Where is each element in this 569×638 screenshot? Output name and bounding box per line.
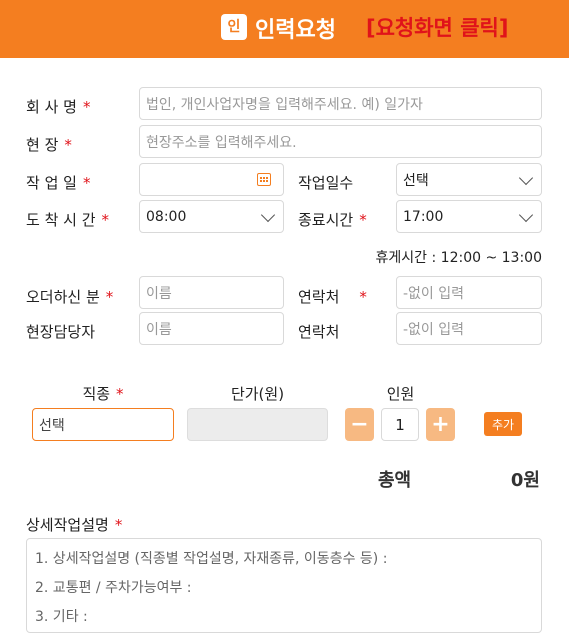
manager-contact-input[interactable]: -없이 입력 — [396, 312, 542, 345]
detail-line: 3. 기타 : — [35, 609, 88, 625]
site-label-text: 현 장 — [26, 136, 59, 154]
company-input[interactable]: 법인, 개인사업자명을 입력해주세요. 예) 일가자 — [139, 87, 542, 120]
company-label: 회 사 명 * — [26, 96, 90, 117]
site-input[interactable]: 현장주소를 입력해주세요. — [139, 125, 542, 158]
orderer-contact-label-text: 연락처 — [298, 288, 340, 306]
orderer-contact-label: 연락처 * — [298, 286, 367, 307]
detail-label: 상세작업설명 * — [26, 514, 122, 535]
orderer-name-placeholder: 이름 — [146, 285, 172, 302]
endtime-select[interactable]: 17:00 — [396, 200, 542, 233]
workdays-value: 선택 — [403, 172, 429, 189]
required-mark: * — [359, 288, 367, 306]
add-job-button[interactable]: 추가 — [484, 412, 522, 436]
request-page-link[interactable]: [요청화면 클릭] — [366, 12, 508, 42]
endtime-label: 종료시간 * — [298, 209, 367, 230]
orderer-name-input[interactable]: 이름 — [139, 276, 284, 309]
required-mark: * — [116, 385, 124, 403]
count-column-header: 인원 — [386, 385, 415, 403]
required-mark: * — [82, 98, 91, 116]
job-column-text: 직종 — [82, 385, 111, 403]
workdays-label: 작업일수 — [298, 174, 354, 192]
total-amount: 0원 — [510, 470, 540, 491]
increment-button[interactable]: + — [426, 408, 455, 441]
required-mark: * — [101, 211, 110, 229]
logo-icon: 인 — [221, 14, 247, 40]
workdate-label: 작 업 일 * — [26, 172, 90, 193]
endtime-label-text: 종료시간 — [298, 211, 354, 229]
detail-label-text: 상세작업설명 — [26, 516, 109, 534]
orderer-contact-placeholder: -없이 입력 — [403, 285, 465, 302]
logo-glyph: 인 — [227, 19, 241, 35]
arrival-label: 도 착 시 간 * — [26, 209, 109, 230]
job-type-select[interactable]: 선택 — [32, 408, 174, 441]
workdate-label-text: 작 업 일 — [26, 174, 77, 192]
company-label-text: 회 사 명 — [26, 98, 77, 116]
orderer-contact-input[interactable]: -없이 입력 — [396, 276, 542, 309]
detail-line: 2. 교통편 / 주차가능여부 : — [35, 580, 192, 596]
break-time-text: 휴게시간 : 12:00 ~ 13:00 — [375, 250, 542, 266]
chevron-down-icon — [518, 170, 534, 186]
decrement-button[interactable]: − — [345, 408, 374, 441]
required-mark: * — [359, 211, 367, 229]
detail-textarea[interactable]: 1. 상세작업설명 (직종별 작업설명, 자재종류, 이동층수 등) : 2. … — [26, 538, 542, 633]
endtime-value: 17:00 — [403, 208, 444, 225]
manager-contact-label: 연락처 — [298, 323, 340, 341]
required-mark: * — [114, 516, 123, 534]
required-mark: * — [82, 174, 91, 192]
arrival-label-text: 도 착 시 간 — [26, 211, 96, 229]
unit-price-field — [187, 408, 328, 441]
arrival-select[interactable]: 08:00 — [139, 200, 284, 233]
price-column-header: 단가(원) — [230, 385, 285, 403]
orderer-label-text: 오더하신 분 — [26, 288, 100, 306]
total-label: 총액 — [378, 470, 412, 491]
job-type-value: 선택 — [39, 417, 65, 434]
arrival-value: 08:00 — [146, 208, 187, 225]
chevron-down-icon — [518, 207, 534, 223]
required-mark: * — [64, 136, 72, 154]
company-placeholder: 법인, 개인사업자명을 입력해주세요. 예) 일가자 — [146, 96, 423, 113]
manager-name-placeholder: 이름 — [146, 321, 172, 338]
chevron-down-icon — [260, 207, 276, 223]
workdate-input[interactable] — [139, 163, 284, 196]
calendar-icon[interactable] — [257, 173, 271, 186]
quantity-input[interactable]: 1 — [381, 408, 419, 441]
manager-name-input[interactable]: 이름 — [139, 312, 284, 345]
detail-line: 1. 상세작업설명 (직종별 작업설명, 자재종류, 이동층수 등) : — [35, 551, 388, 567]
required-mark: * — [105, 288, 114, 306]
manager-contact-placeholder: -없이 입력 — [403, 321, 465, 338]
workdays-select[interactable]: 선택 — [396, 163, 542, 196]
manager-label: 현장담당자 — [26, 323, 96, 341]
job-column-header: 직종 * — [32, 383, 174, 404]
page-title: 인력요청 — [255, 18, 336, 43]
site-placeholder: 현장주소를 입력해주세요. — [146, 134, 297, 151]
header-bar: 인 인력요청 [요청화면 클릭] — [0, 0, 569, 58]
orderer-label: 오더하신 분 * — [26, 286, 113, 307]
site-label: 현 장 * — [26, 134, 72, 155]
